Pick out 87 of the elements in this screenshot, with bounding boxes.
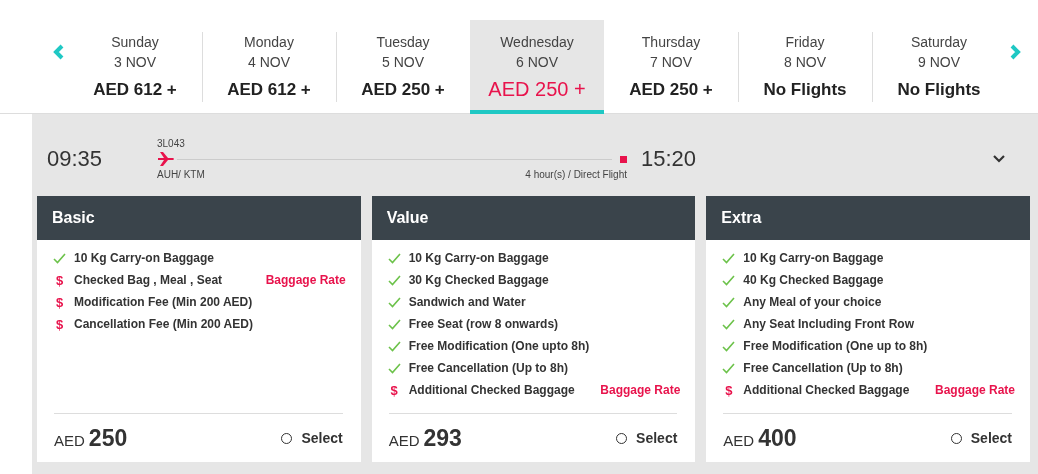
date: 3 NOV bbox=[114, 52, 156, 72]
select-label: Select bbox=[301, 430, 343, 446]
check-icon bbox=[387, 340, 401, 352]
baggage-rate-link[interactable]: Baggage Rate bbox=[935, 383, 1015, 397]
weekday: Tuesday bbox=[376, 32, 430, 52]
date: 4 NOV bbox=[248, 52, 290, 72]
flight-number: 3L043 bbox=[157, 138, 186, 149]
baggage-rate-link[interactable]: Baggage Rate bbox=[600, 383, 681, 397]
fare-price: 250 bbox=[88, 424, 128, 452]
date: 5 NOV bbox=[382, 52, 424, 72]
check-icon bbox=[722, 340, 736, 352]
date-tab[interactable]: Thursday 7 NOV AED 250 + bbox=[604, 19, 738, 114]
date-tab[interactable]: Monday 4 NOV AED 612 + bbox=[202, 19, 336, 114]
feature-text: Free Modification (One up to 8h) bbox=[743, 339, 928, 353]
feature-text: 10 Kg Carry-on Baggage bbox=[408, 251, 549, 265]
currency: AED bbox=[54, 431, 85, 449]
feature-text: Free Seat (row 8 onwards) bbox=[408, 317, 559, 331]
price: AED 612 + bbox=[93, 79, 177, 100]
baggage-rate-link[interactable]: Baggage Rate bbox=[265, 273, 346, 287]
fare-name: Value bbox=[386, 209, 429, 227]
check-icon bbox=[722, 252, 736, 264]
fare-price: 293 bbox=[423, 424, 462, 452]
date-tab[interactable]: Friday 8 NOV No Flights bbox=[738, 19, 872, 114]
feature-text: Any Seat Including Front Row bbox=[743, 317, 914, 331]
select-label: Select bbox=[636, 430, 678, 446]
feature-text: Additional Checked Baggage bbox=[408, 383, 575, 397]
weekday: Friday bbox=[785, 32, 825, 52]
check-icon bbox=[387, 362, 401, 374]
weekday: Thursday bbox=[641, 32, 701, 52]
currency: AED bbox=[388, 431, 420, 449]
dollar-mark: $ bbox=[724, 382, 734, 398]
feature-text: 30 Kg Checked Baggage bbox=[408, 273, 549, 287]
arrival-marker-icon bbox=[620, 155, 627, 163]
price: AED 250 + bbox=[361, 79, 445, 100]
select-label: Select bbox=[970, 430, 1012, 446]
check-icon bbox=[387, 296, 401, 308]
dollar-mark: $ bbox=[54, 316, 65, 332]
currency: AED bbox=[723, 431, 755, 449]
dollar-mark: $ bbox=[54, 294, 65, 310]
price: No Flights bbox=[763, 79, 847, 100]
fare-price: 400 bbox=[758, 424, 797, 452]
route-codes: AUH/ KTM bbox=[157, 169, 205, 180]
feature-text: Checked Bag , Meal , Seat bbox=[74, 273, 223, 287]
feature-text: 40 Kg Checked Baggage bbox=[743, 273, 884, 287]
price: AED 612 + bbox=[227, 79, 311, 100]
plane-icon bbox=[157, 151, 175, 167]
check-icon bbox=[722, 362, 736, 374]
check-icon bbox=[722, 296, 736, 308]
date: 6 NOV bbox=[516, 52, 558, 72]
date-tab[interactable]: Wednesday 6 NOV AED 250 + bbox=[470, 19, 604, 114]
date-tab[interactable]: Saturday 9 NOV No Flights bbox=[872, 19, 1006, 114]
check-icon bbox=[722, 318, 736, 330]
date-tab[interactable]: Tuesday 5 NOV AED 250 + bbox=[336, 19, 470, 114]
feature-text: 10 Kg Carry-on Baggage bbox=[74, 251, 215, 265]
price: No Flights bbox=[897, 79, 981, 100]
fare-name: Basic bbox=[52, 209, 95, 227]
price: AED 250 + bbox=[629, 79, 713, 100]
feature-text: Free Modification (One upto 8h) bbox=[408, 339, 590, 353]
feature-text: Modification Fee (Min 200 AED) bbox=[74, 295, 253, 309]
weekday: Wednesday bbox=[500, 32, 574, 52]
check-icon bbox=[387, 252, 401, 264]
flight-duration: 4 hour(s) / Direct Flight bbox=[525, 169, 627, 180]
feature-text: Free Cancellation (Up to 8h) bbox=[408, 361, 569, 375]
price: AED 250 + bbox=[488, 77, 586, 101]
check-icon bbox=[53, 252, 66, 264]
feature-text: Free Cancellation (Up to 8h) bbox=[743, 361, 903, 375]
date: 9 NOV bbox=[918, 52, 960, 72]
check-icon bbox=[387, 318, 401, 330]
feature-text: Any Meal of your choice bbox=[743, 295, 882, 309]
weekday: Sunday bbox=[111, 32, 159, 52]
arrival-time: 15:20 bbox=[641, 146, 697, 172]
dollar-mark: $ bbox=[389, 382, 399, 398]
feature-text: Sandwich and Water bbox=[408, 295, 526, 309]
departure-time: 09:35 bbox=[47, 146, 104, 172]
weekday: Monday bbox=[244, 32, 294, 52]
date-tab[interactable]: Sunday 3 NOV AED 612 + bbox=[68, 19, 202, 114]
date: 7 NOV bbox=[650, 52, 692, 72]
check-icon bbox=[722, 274, 736, 286]
weekday: Saturday bbox=[910, 32, 967, 52]
date: 8 NOV bbox=[784, 52, 826, 72]
feature-text: Cancellation Fee (Min 200 AED) bbox=[74, 317, 253, 331]
check-icon bbox=[387, 274, 401, 286]
feature-text: Additional Checked Baggage bbox=[743, 383, 910, 397]
dollar-mark: $ bbox=[54, 272, 65, 288]
expand-chevron-icon[interactable] bbox=[992, 154, 1006, 164]
feature-text: 10 Kg Carry-on Baggage bbox=[743, 251, 884, 265]
fare-name: Extra bbox=[721, 209, 762, 227]
